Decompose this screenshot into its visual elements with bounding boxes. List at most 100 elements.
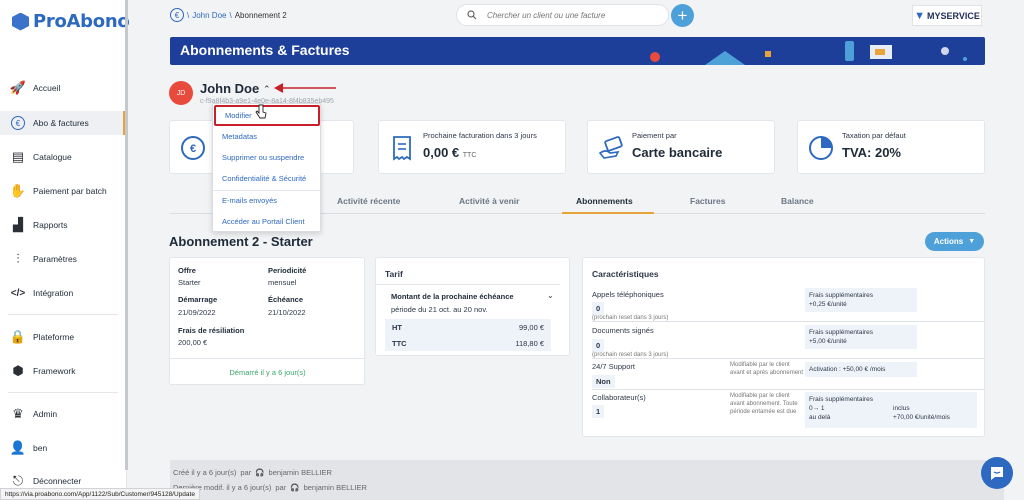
stat-label: Taxation par défaut xyxy=(842,131,906,140)
sidebar-item-accueil[interactable]: 🚀 Accueil xyxy=(0,76,126,100)
chat-icon xyxy=(991,466,1003,480)
sidebar-item-plateforme[interactable]: 🔒 Plateforme xyxy=(0,325,126,349)
sidebar-item-ben[interactable]: 👤 ben xyxy=(0,436,126,460)
chevron-down-icon[interactable]: ⌄ xyxy=(547,291,554,300)
tab-balance[interactable]: Balance xyxy=(781,196,814,206)
sidebar-item-rapports[interactable]: ▟ Rapports xyxy=(0,213,126,237)
actions-button[interactable]: Actions ▼ xyxy=(925,232,984,251)
sidebar-item-label: Plateforme xyxy=(33,332,75,342)
tab-factures[interactable]: Factures xyxy=(690,196,725,206)
sidebar-scrollbar[interactable] xyxy=(125,0,128,470)
card-payment-icon xyxy=(598,136,623,159)
activation-box: Activation : +50,00 € /mois xyxy=(805,362,917,378)
breadcrumb: € \ John Doe \ Abonnement 2 xyxy=(170,8,287,22)
feature-name: Documents signés xyxy=(592,326,654,335)
created-line: Créé il y a 6 jour(s) par 🎧 benjamin BELL… xyxy=(173,468,332,477)
euro-icon: € xyxy=(10,115,26,131)
feature-divider xyxy=(592,389,985,390)
stat-label: Prochaine facturation dans 3 jours xyxy=(423,131,537,140)
feature-qty: 0 xyxy=(592,339,605,352)
sidebar-item-admin[interactable]: ♛ Admin xyxy=(0,402,126,426)
menu-item-confidentialite[interactable]: Confidentialité & Sécurité xyxy=(213,168,320,189)
subscription-title: Abonnement 2 - Starter xyxy=(169,234,313,249)
sidebar-divider xyxy=(8,392,118,393)
stat-value: TVA: 20% xyxy=(842,145,901,160)
chat-button[interactable] xyxy=(981,457,1013,489)
logo[interactable]: ProAbono xyxy=(12,11,130,32)
chevron-down-icon: ▼ xyxy=(968,238,976,245)
lock-icon: 🔒 xyxy=(9,329,27,344)
subscription-info-card: Offre Starter Periodicité mensuel Démarr… xyxy=(169,257,365,385)
menu-item-emails[interactable]: E-mails envoyés xyxy=(213,190,320,211)
sidebar-item-catalogue[interactable]: ▤ Catalogue xyxy=(0,145,126,169)
offre-label: Offre xyxy=(178,266,196,275)
search-input[interactable] xyxy=(487,10,657,20)
sidebar-item-abo-factures[interactable]: € Abo & factures xyxy=(0,111,126,135)
avatar: JD xyxy=(169,81,193,105)
search-box[interactable] xyxy=(456,4,669,26)
customer-actions-dropdown: Modifier Metadatas Supprimer ou suspendr… xyxy=(212,103,321,232)
periodicite-label: Periodicité xyxy=(268,266,307,275)
sidebar-item-framework[interactable]: ⬢ Framework xyxy=(0,359,126,383)
euro-icon: € xyxy=(181,136,205,160)
modified-line: Dernière modif. il y a 6 jour(s) par 🎧 be… xyxy=(173,483,367,492)
sidebar-item-parametres[interactable]: ⫶ Paramètres xyxy=(0,247,126,271)
period-text: période du 21 oct. au 20 nov. xyxy=(391,305,488,314)
svg-text:€: € xyxy=(190,143,196,155)
logo-hex-icon xyxy=(12,12,29,31)
euro-icon[interactable]: € xyxy=(170,8,184,22)
sidebar-item-label: Déconnecter xyxy=(33,476,82,486)
breadcrumb-customer-link[interactable]: John Doe xyxy=(192,11,226,20)
menu-item-modifier[interactable]: Modifier xyxy=(214,105,320,126)
started-since: Démarré il y a 6 jour(s) xyxy=(229,368,306,377)
sidebar-item-label: Intégration xyxy=(33,288,74,298)
sidebar-divider xyxy=(8,314,118,315)
sidebar-item-label: Abo & factures xyxy=(33,118,89,128)
menu-item-supprimer[interactable]: Supprimer ou suspendre xyxy=(213,147,320,168)
feature-divider xyxy=(592,321,985,322)
tab-activite-recente[interactable]: Activité récente xyxy=(337,196,400,206)
breadcrumb-separator: \ xyxy=(229,10,232,20)
cube-icon: ⬢ xyxy=(12,363,24,378)
tab-activite-a-venir[interactable]: Activité à venir xyxy=(459,196,519,206)
sidebar-item-label: Paramètres xyxy=(33,254,77,264)
add-button[interactable]: + xyxy=(671,4,694,27)
menu-item-metadatas[interactable]: Metadatas xyxy=(213,126,320,147)
tab-active-indicator xyxy=(562,212,654,214)
feature-name: Collaborateur(s) xyxy=(592,393,646,402)
user-icon: 👤 xyxy=(9,440,27,455)
echeance-value: 21/10/2022 xyxy=(268,308,306,317)
stat-label: Paiement par xyxy=(632,131,677,140)
feature-note: Modifiable par le client avant abonnemen… xyxy=(730,393,798,415)
page-title: Abonnements & Factures xyxy=(180,42,350,58)
echeance-label: Échéance xyxy=(268,295,304,304)
feature-qty: 0 xyxy=(592,302,605,315)
sidebar-item-integration[interactable]: </> Intégration xyxy=(0,281,126,305)
footer: Créé il y a 6 jour(s) par 🎧 benjamin BELL… xyxy=(170,460,1004,500)
sidebar-item-label: Admin xyxy=(33,409,58,419)
feature-divider xyxy=(592,358,985,359)
plus-icon: + xyxy=(677,5,688,25)
chevron-up-icon[interactable]: ⌃ xyxy=(263,84,271,95)
feature-name: Appels téléphoniques xyxy=(592,290,664,299)
sidebar-item-label: Rapports xyxy=(33,220,68,230)
tarif-card: Tarif Montant de la prochaine échéance ⌄… xyxy=(375,257,570,356)
search-icon xyxy=(467,10,477,20)
menu-item-portail[interactable]: Accéder au Portail Client xyxy=(213,211,320,232)
next-amount-label: Montant de la prochaine échéance xyxy=(391,292,514,301)
features-card: Caractéristiques Appels téléphoniques 0 … xyxy=(582,257,985,437)
card-divider xyxy=(170,358,365,359)
breadcrumb-separator: \ xyxy=(187,10,190,20)
tab-abonnements[interactable]: Abonnements xyxy=(576,196,633,206)
tarif-title: Tarif xyxy=(385,269,403,279)
fee-box: Frais supplémentaires +5,00 €/unité xyxy=(805,325,917,350)
customer-name[interactable]: John Doe xyxy=(200,81,259,96)
periodicite-value: mensuel xyxy=(268,278,297,287)
brand-v-icon: ▼ xyxy=(914,9,926,22)
crown-icon: ♛ xyxy=(12,406,24,421)
sidebar-item-label: Framework xyxy=(33,366,76,376)
sliders-icon: ⫶ xyxy=(16,251,20,266)
hand-money-icon: ✋ xyxy=(9,183,27,198)
sidebar-item-paiement-batch[interactable]: ✋ Paiement par batch xyxy=(0,179,126,203)
pie-chart-icon xyxy=(809,136,833,160)
